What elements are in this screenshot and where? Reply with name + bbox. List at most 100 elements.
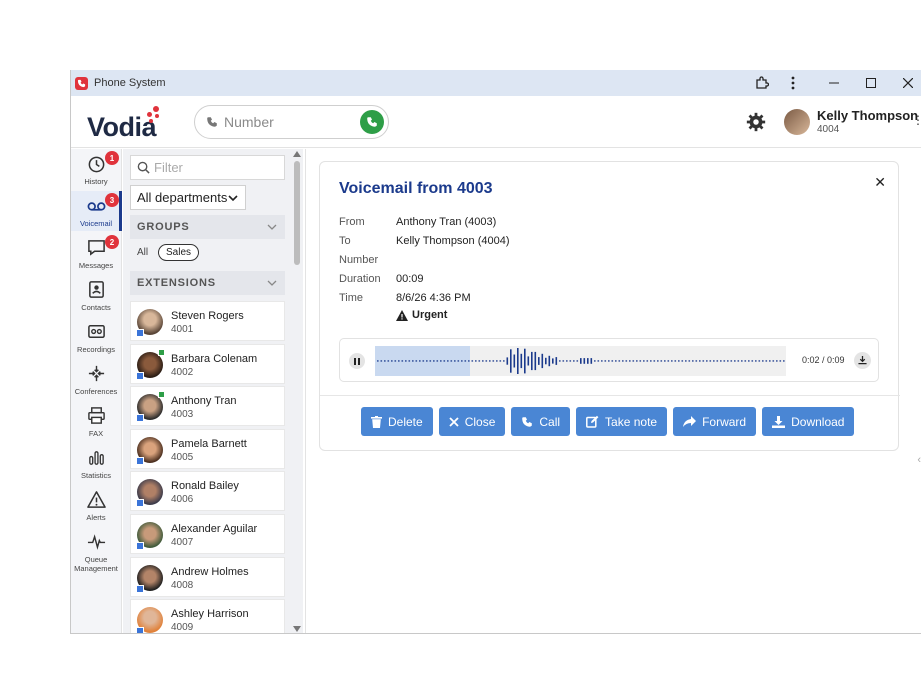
close-window-button[interactable] bbox=[893, 70, 921, 96]
nav-statistics[interactable]: Statistics bbox=[71, 443, 121, 483]
divider bbox=[320, 395, 900, 396]
scroll-thumb[interactable] bbox=[294, 161, 300, 265]
waveform-bar bbox=[576, 360, 579, 362]
list-item[interactable]: Pamela Barnett 4005 bbox=[130, 428, 285, 469]
waveform-bar bbox=[496, 360, 498, 362]
download-button[interactable]: Download bbox=[762, 407, 855, 436]
waveform-bar bbox=[447, 360, 449, 362]
waveform-bar bbox=[632, 360, 635, 362]
number-label: Number bbox=[339, 254, 379, 266]
gear-icon[interactable] bbox=[745, 111, 767, 133]
waveform-bar bbox=[408, 360, 411, 362]
waveform-bar bbox=[415, 360, 418, 362]
nav-messages[interactable]: 2 Messages bbox=[71, 233, 121, 273]
waveform-bar bbox=[667, 360, 670, 362]
close-button[interactable]: Close bbox=[438, 407, 506, 436]
call-button[interactable] bbox=[360, 110, 384, 134]
list-item[interactable]: Anthony Tran 4003 bbox=[130, 386, 285, 427]
nav-voicemail[interactable]: 3 Voicemail bbox=[71, 191, 122, 231]
voicemail-icon bbox=[87, 202, 106, 211]
clock-icon bbox=[88, 156, 105, 173]
waveform-bar bbox=[548, 355, 551, 367]
groups-header[interactable]: GROUPS bbox=[130, 215, 285, 239]
waveform-bar bbox=[699, 360, 701, 362]
extension-icon[interactable] bbox=[747, 70, 777, 96]
waveform-bar bbox=[426, 360, 428, 362]
waveform-bar bbox=[681, 360, 684, 362]
extensions-header[interactable]: EXTENSIONS bbox=[130, 271, 285, 295]
waveform-bar bbox=[716, 360, 719, 362]
forward-button[interactable]: Forward bbox=[673, 407, 757, 436]
group-sales[interactable]: Sales bbox=[158, 244, 200, 261]
delete-button[interactable]: Delete bbox=[361, 407, 433, 436]
waveform-bar bbox=[552, 358, 554, 364]
waveform-bar bbox=[653, 360, 656, 362]
nav-alerts[interactable]: Alerts bbox=[71, 485, 121, 525]
maximize-button[interactable] bbox=[856, 70, 886, 96]
group-all[interactable]: All bbox=[137, 247, 148, 258]
waveform-bar bbox=[454, 360, 456, 362]
call-back-button[interactable]: Call bbox=[511, 407, 571, 436]
waveform-bar bbox=[755, 360, 757, 362]
waveform-bar bbox=[391, 360, 393, 362]
waveform-bar bbox=[646, 360, 649, 362]
waveform-bar bbox=[457, 360, 460, 362]
waveform-bar bbox=[440, 360, 442, 362]
app-icon bbox=[75, 76, 88, 90]
department-value: All departments bbox=[137, 190, 228, 205]
online-status-icon bbox=[158, 348, 165, 356]
number-search-box[interactable] bbox=[194, 105, 389, 139]
vodia-logo: Vodia bbox=[87, 106, 167, 142]
user-name[interactable]: Kelly Thompson bbox=[817, 108, 918, 123]
waveform-bar bbox=[772, 360, 775, 362]
nav-recordings[interactable]: Recordings bbox=[71, 317, 121, 357]
user-avatar[interactable] bbox=[784, 109, 810, 135]
waveform-bar bbox=[730, 360, 733, 362]
filter-input[interactable] bbox=[154, 160, 274, 175]
filter-box[interactable] bbox=[130, 155, 285, 180]
nav-queue-management[interactable]: Queue Management bbox=[71, 527, 121, 577]
number-input[interactable] bbox=[224, 114, 344, 130]
list-item[interactable]: Barbara Colenam 4002 bbox=[130, 343, 285, 384]
search-icon bbox=[137, 161, 150, 174]
nav-fax[interactable]: FAX bbox=[71, 401, 121, 441]
minimize-button[interactable] bbox=[819, 70, 849, 96]
waveform-bar bbox=[783, 360, 785, 362]
main-content: Voicemail from 4003 ✕ From Anthony Tran … bbox=[305, 149, 921, 633]
pause-icon bbox=[354, 357, 360, 365]
waveform-bar bbox=[629, 360, 631, 362]
chevron-left-icon[interactable]: ‹ bbox=[917, 454, 921, 466]
list-item[interactable]: Ronald Bailey 4006 bbox=[130, 471, 285, 512]
waveform-bar bbox=[569, 360, 572, 362]
scroll-down-icon[interactable] bbox=[293, 626, 301, 632]
pulse-icon bbox=[87, 534, 106, 550]
take-note-button[interactable]: Take note bbox=[576, 407, 668, 436]
phone-icon bbox=[522, 416, 533, 427]
waveform[interactable] bbox=[375, 346, 786, 376]
list-item[interactable]: Steven Rogers 4001 bbox=[130, 301, 285, 341]
waveform-bar bbox=[720, 360, 722, 362]
pause-button[interactable] bbox=[349, 353, 365, 369]
waveform-bar bbox=[433, 360, 435, 362]
more-vertical-icon[interactable]: ⋮ bbox=[912, 113, 921, 127]
printer-icon bbox=[88, 407, 105, 424]
list-item[interactable]: Andrew Holmes 4008 bbox=[130, 556, 285, 597]
waveform-bar bbox=[765, 360, 768, 362]
nav-contacts[interactable]: Contacts bbox=[71, 275, 121, 315]
waveform-bar bbox=[685, 360, 687, 362]
waveform-bar bbox=[758, 360, 761, 362]
list-item[interactable]: Ashley Harrison 4009 bbox=[130, 599, 285, 633]
waveform-bar bbox=[380, 360, 383, 362]
list-item[interactable]: Alexander Aguilar 4007 bbox=[130, 513, 285, 554]
nav-conferences[interactable]: Conferences bbox=[71, 359, 121, 399]
close-icon[interactable]: ✕ bbox=[874, 174, 886, 191]
department-select[interactable]: All departments bbox=[130, 185, 246, 210]
download-audio-button[interactable] bbox=[854, 352, 871, 369]
status-icon bbox=[136, 456, 144, 465]
scroll-up-icon[interactable] bbox=[293, 151, 301, 157]
duration-value: 00:09 bbox=[396, 273, 424, 285]
nav-history[interactable]: 1 History bbox=[71, 149, 121, 189]
contacts-scrollbar[interactable] bbox=[292, 149, 302, 633]
more-vertical-icon[interactable] bbox=[778, 70, 808, 96]
nav-label: Conferences bbox=[74, 387, 118, 396]
